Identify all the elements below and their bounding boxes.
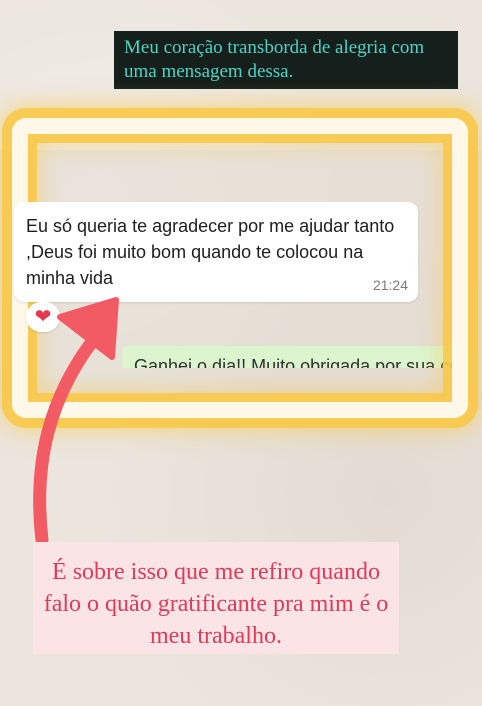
bottom-caption: É sobre isso que me refiro quando falo o… — [33, 542, 399, 654]
arrow-shaft — [33, 315, 115, 547]
